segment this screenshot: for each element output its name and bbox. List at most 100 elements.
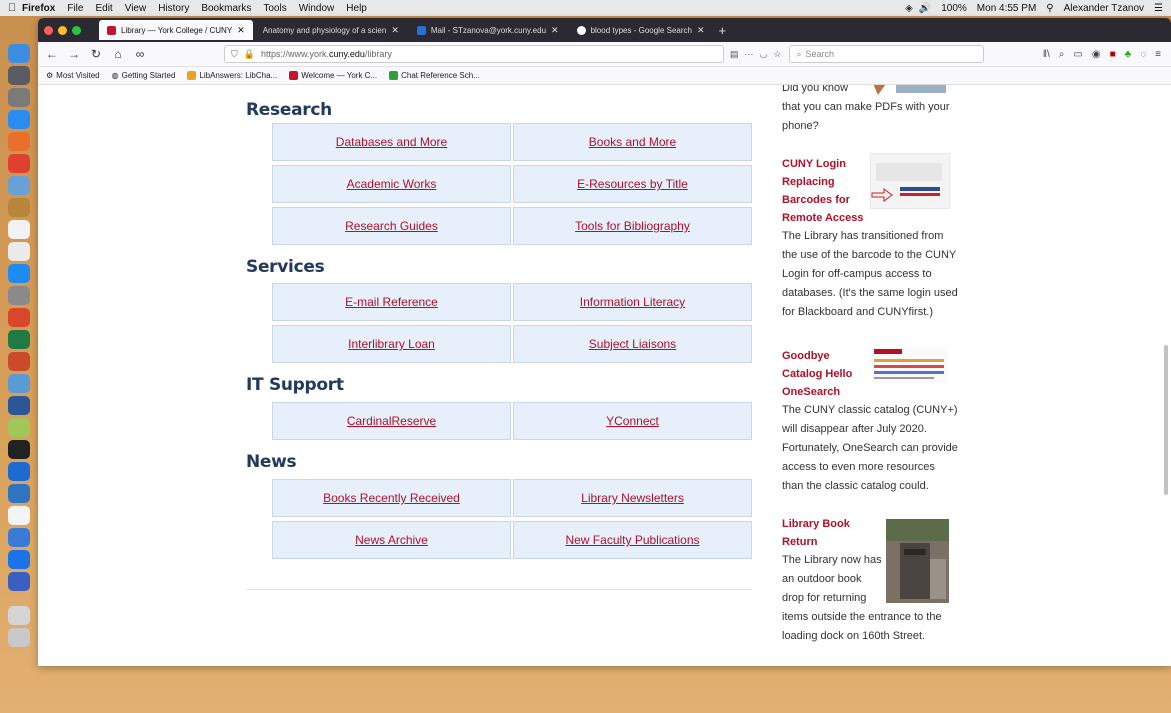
link-subject-liaisons[interactable]: Subject Liaisons bbox=[589, 337, 676, 351]
menu-icon[interactable]: ≡ bbox=[1155, 49, 1161, 60]
menu-window[interactable]: Window bbox=[299, 3, 335, 14]
preview-icon[interactable] bbox=[8, 176, 30, 195]
close-tab-icon[interactable]: ✕ bbox=[391, 25, 399, 36]
forward-button[interactable]: → bbox=[68, 47, 80, 61]
calendar-icon[interactable] bbox=[8, 220, 30, 239]
close-window-button[interactable] bbox=[44, 25, 53, 35]
tab-library[interactable]: Library — York College / CUNY ✕ bbox=[99, 20, 253, 40]
user-name[interactable]: Alexander Tzanov bbox=[1064, 3, 1144, 14]
trash-icon[interactable] bbox=[8, 628, 30, 647]
shield-icon[interactable]: ⛉ bbox=[231, 49, 238, 60]
address-bar[interactable]: ⛉ 🔒 https://www.york.cuny.edu/library bbox=[224, 45, 724, 63]
link-databases[interactable]: Databases and More bbox=[336, 135, 447, 149]
puzzle-extension-icon[interactable]: ♣ bbox=[1125, 49, 1132, 60]
clock[interactable]: Mon 4:55 PM bbox=[977, 3, 1036, 14]
extension-icon[interactable]: ◉ bbox=[1092, 49, 1101, 60]
launchpad-icon[interactable] bbox=[8, 66, 30, 85]
maps-icon[interactable] bbox=[8, 418, 30, 437]
page-actions-icon[interactable]: ··· bbox=[745, 49, 754, 60]
word-icon[interactable] bbox=[8, 396, 30, 415]
lock-icon[interactable]: 🔒 bbox=[244, 49, 255, 60]
reminders-icon[interactable] bbox=[8, 242, 30, 261]
battery-percent[interactable]: 100% bbox=[941, 3, 967, 14]
acrobat-icon[interactable] bbox=[8, 506, 30, 525]
tab-mail[interactable]: Mail - STzanova@york.cuny.edu ✕ bbox=[409, 20, 567, 40]
sidebar-icon[interactable]: ▭ bbox=[1073, 49, 1082, 60]
status-icons[interactable]: ◈ 🔊 bbox=[905, 3, 931, 14]
back-button[interactable]: ← bbox=[46, 47, 58, 61]
app-store-icon[interactable] bbox=[8, 264, 30, 283]
wifi-icon[interactable]: ◈ bbox=[905, 3, 913, 14]
excel-icon[interactable] bbox=[8, 330, 30, 349]
extension-icon[interactable]: ◌ bbox=[1140, 49, 1146, 60]
zoom-icon[interactable]: ⌕ bbox=[1059, 49, 1065, 60]
link-books[interactable]: Books and More bbox=[589, 135, 676, 149]
powerpoint-icon[interactable] bbox=[8, 352, 30, 371]
link-research-guides[interactable]: Research Guides bbox=[345, 219, 438, 233]
reader-view-icon[interactable]: ▤ bbox=[730, 49, 739, 60]
matlab-icon[interactable] bbox=[8, 308, 30, 327]
link-yconnect[interactable]: YConnect bbox=[606, 414, 659, 428]
bookmark-welcome-york[interactable]: Welcome — York C... bbox=[289, 71, 377, 80]
close-tab-icon[interactable]: ✕ bbox=[237, 25, 245, 36]
menu-view[interactable]: View bbox=[125, 3, 147, 14]
search-input[interactable]: ⌕ Search bbox=[789, 45, 985, 63]
chrome-icon[interactable] bbox=[8, 154, 30, 173]
menu-history[interactable]: History bbox=[158, 3, 189, 14]
tab-anatomy[interactable]: Anatomy and physiology of a scien ✕ bbox=[255, 20, 407, 40]
downloads-icon[interactable] bbox=[8, 528, 30, 547]
book-drop-photo[interactable] bbox=[886, 519, 949, 603]
finder-icon[interactable] bbox=[8, 44, 30, 63]
bookmark-most-visited[interactable]: ⚙ Most Visited bbox=[46, 71, 100, 80]
file-transfer-icon[interactable] bbox=[8, 462, 30, 481]
apple-icon[interactable]:  bbox=[8, 2, 22, 14]
link-new-faculty-publications[interactable]: New Faculty Publications bbox=[565, 533, 699, 547]
menu-help[interactable]: Help bbox=[346, 3, 367, 14]
link-academic-works[interactable]: Academic Works bbox=[347, 177, 437, 191]
menu-edit[interactable]: Edit bbox=[95, 3, 112, 14]
library-icon[interactable]: ‖\ bbox=[1043, 49, 1050, 60]
close-tab-icon[interactable]: ✕ bbox=[551, 25, 559, 36]
documents-stack-icon[interactable] bbox=[8, 606, 30, 625]
minimize-window-button[interactable] bbox=[58, 25, 67, 35]
terminal-icon[interactable] bbox=[8, 440, 30, 459]
home-button[interactable]: ⌂ bbox=[112, 47, 124, 61]
outlook-icon[interactable] bbox=[8, 550, 30, 569]
link-books-recently-received[interactable]: Books Recently Received bbox=[323, 491, 460, 505]
link-e-resources[interactable]: E-Resources by Title bbox=[577, 177, 688, 191]
notes-icon[interactable] bbox=[8, 198, 30, 217]
link-news-archive[interactable]: News Archive bbox=[355, 533, 428, 547]
reload-button[interactable]: ↻ bbox=[90, 47, 102, 61]
menu-app-name[interactable]: Firefox bbox=[22, 3, 55, 14]
new-tab-button[interactable]: + bbox=[719, 23, 727, 38]
link-interlibrary-loan[interactable]: Interlibrary Loan bbox=[348, 337, 435, 351]
safari-icon[interactable] bbox=[8, 110, 30, 129]
acrobat-extension-icon[interactable]: ■ bbox=[1110, 49, 1116, 60]
menu-bookmarks[interactable]: Bookmarks bbox=[201, 3, 251, 14]
infinity-extension-icon[interactable]: ∞ bbox=[134, 47, 146, 61]
bookmark-libanswers[interactable]: LibAnswers: LibCha... bbox=[187, 71, 277, 80]
rocket-icon[interactable] bbox=[8, 88, 30, 107]
link-library-newsletters[interactable]: Library Newsletters bbox=[581, 491, 684, 505]
screen-share-icon[interactable] bbox=[8, 484, 30, 503]
spotlight-icon[interactable]: ⚲ bbox=[1046, 3, 1053, 14]
link-email-reference[interactable]: E-mail Reference bbox=[345, 295, 438, 309]
bookmark-getting-started[interactable]: ◍ Getting Started bbox=[112, 71, 176, 80]
menu-file[interactable]: File bbox=[67, 3, 83, 14]
link-information-literacy[interactable]: Information Literacy bbox=[580, 295, 685, 309]
notification-center-icon[interactable]: ☰ bbox=[1154, 3, 1163, 14]
bookmark-chat-reference[interactable]: Chat Reference Sch... bbox=[389, 71, 480, 80]
tab-google-search[interactable]: blood types - Google Search ✕ bbox=[569, 20, 713, 40]
scrollbar[interactable] bbox=[1164, 345, 1168, 495]
onesearch-thumbnail[interactable] bbox=[872, 347, 948, 383]
people-icon[interactable] bbox=[8, 374, 30, 393]
bookmark-star-icon[interactable]: ☆ bbox=[773, 49, 781, 60]
volume-icon[interactable]: 🔊 bbox=[919, 3, 931, 14]
zoom-window-button[interactable] bbox=[72, 25, 81, 35]
link-bibliography-tools[interactable]: Tools for Bibliography bbox=[575, 219, 690, 233]
vpn-icon[interactable] bbox=[8, 572, 30, 591]
menu-tools[interactable]: Tools bbox=[263, 3, 286, 14]
system-preferences-icon[interactable] bbox=[8, 286, 30, 305]
link-cardinalreserve[interactable]: CardinalReserve bbox=[347, 414, 436, 428]
cuny-login-thumbnail[interactable] bbox=[870, 153, 950, 209]
